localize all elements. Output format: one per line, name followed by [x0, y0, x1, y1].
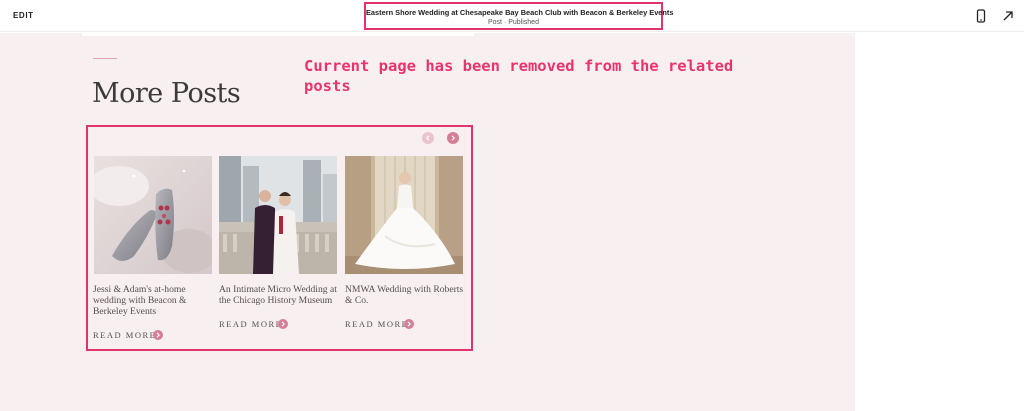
annotation-note: Current page has been removed from the r… — [304, 57, 734, 95]
post-image-bride[interactable] — [345, 156, 463, 274]
open-external-icon[interactable] — [1001, 9, 1015, 23]
read-more-link[interactable]: READ MORE — [219, 319, 282, 329]
read-more-arrow-icon[interactable] — [278, 319, 288, 329]
read-more-arrow-icon[interactable] — [404, 319, 414, 329]
post-title[interactable]: An Intimate Micro Wedding at the Chicago… — [219, 284, 341, 306]
post-title[interactable]: Jessi & Adam's at-home wedding with Beac… — [93, 284, 215, 317]
section-accent-line — [93, 58, 117, 59]
section-title: More Posts — [92, 78, 241, 109]
page-title: Eastern Shore Wedding at Chesapeake Bay … — [366, 8, 674, 17]
read-more-link[interactable]: READ MORE — [93, 330, 156, 340]
post-image-couple[interactable] — [219, 156, 337, 274]
read-more-link[interactable]: READ MORE — [345, 319, 408, 329]
edit-button[interactable]: EDIT — [13, 11, 34, 20]
mobile-preview-icon[interactable] — [974, 9, 988, 23]
carousel-next-button[interactable] — [447, 132, 459, 144]
read-more-arrow-icon[interactable] — [153, 330, 163, 340]
page-status: Post · Published — [488, 19, 539, 26]
chevron-right-icon — [451, 135, 455, 141]
carousel-prev-button[interactable] — [422, 132, 434, 144]
post-image-shoes[interactable] — [94, 156, 212, 274]
content-divider — [82, 33, 474, 36]
editor-toolbar: EDIT Eastern Shore Wedding at Chesapeake… — [0, 0, 1024, 32]
page-title-box[interactable]: Eastern Shore Wedding at Chesapeake Bay … — [364, 2, 674, 30]
chevron-left-icon — [426, 135, 430, 141]
side-panel — [855, 33, 1024, 411]
post-title[interactable]: NMWA Wedding with Roberts & Co. — [345, 284, 467, 306]
